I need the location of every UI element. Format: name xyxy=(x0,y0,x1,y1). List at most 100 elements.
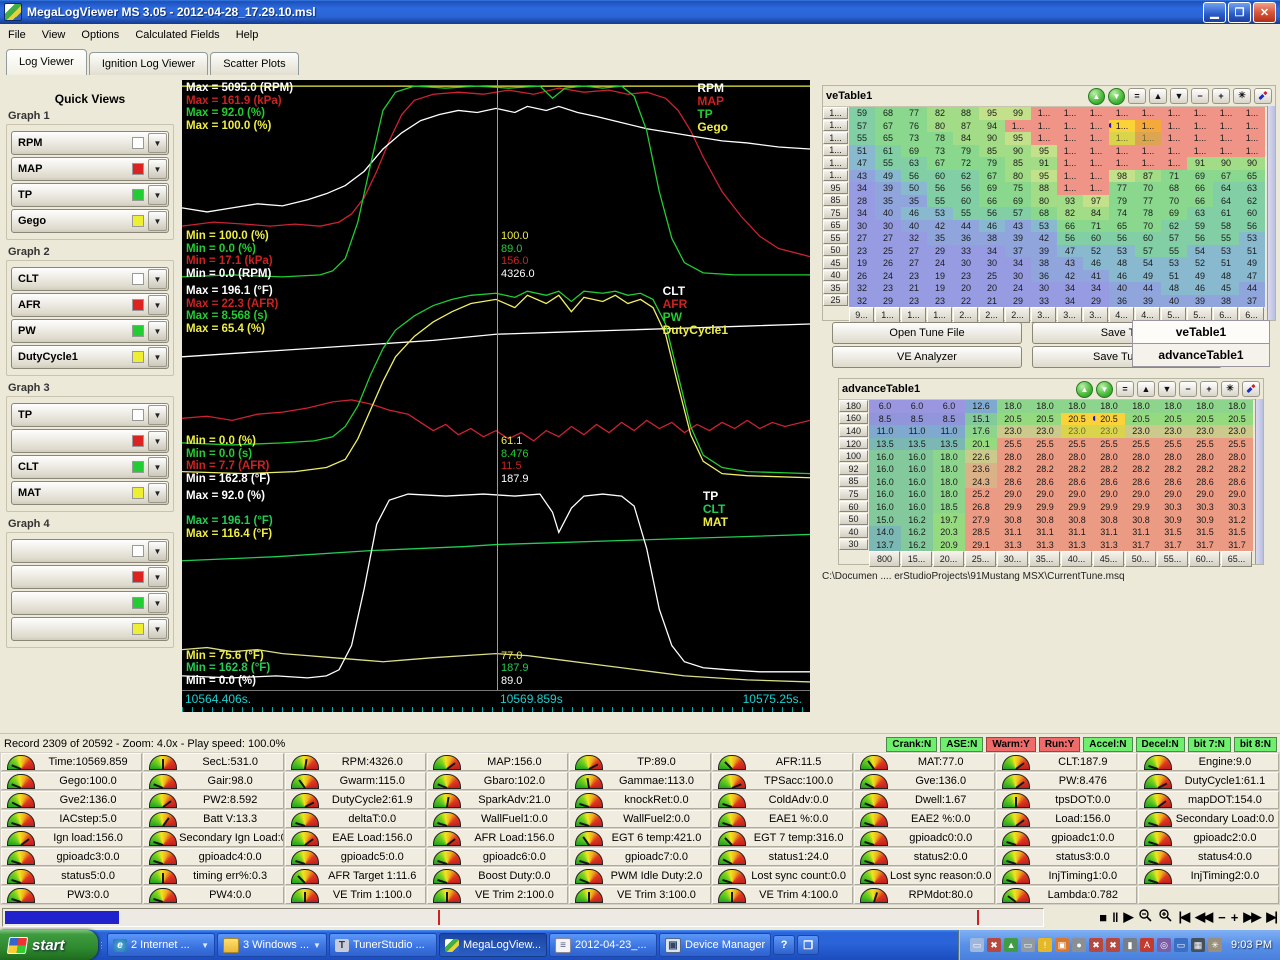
table-cell[interactable]: 28.2 xyxy=(1157,462,1189,476)
taskbar-small-button-2[interactable]: ❐ xyxy=(797,935,820,955)
table-cell[interactable]: 11.0 xyxy=(869,425,901,438)
table-cell[interactable]: 24 xyxy=(875,269,901,282)
table-cell[interactable]: 31.1 xyxy=(1125,525,1157,539)
minimize-button[interactable]: ▁ xyxy=(1203,1,1226,23)
triangle-up-icon[interactable]: ▲ xyxy=(1149,87,1167,104)
table-cell[interactable]: 1... xyxy=(1057,132,1083,145)
table-cell[interactable]: 69 xyxy=(979,182,1005,195)
table-cell[interactable]: 26 xyxy=(875,257,901,270)
table-cell[interactable]: 1... xyxy=(1161,119,1187,132)
table-cell[interactable]: 79 xyxy=(953,144,979,157)
table-cell[interactable]: 18.0 xyxy=(1157,400,1189,413)
table-cell[interactable]: 16.2 xyxy=(901,525,933,539)
table-cell[interactable]: 31.1 xyxy=(1093,525,1125,539)
arrow-up-circle-icon[interactable]: ▲ xyxy=(1076,380,1093,398)
table-cell[interactable]: 12.6 xyxy=(965,400,997,413)
table-cell[interactable]: 65 xyxy=(1239,169,1265,182)
table-cell[interactable]: 27 xyxy=(849,232,875,245)
table-cell[interactable]: 20.5 xyxy=(1189,412,1221,426)
col-header[interactable]: 15... xyxy=(901,551,932,568)
table-cell[interactable]: 29.0 xyxy=(1189,488,1221,501)
table-cell[interactable]: 19 xyxy=(849,257,875,270)
table-cell[interactable]: 91 xyxy=(1031,157,1057,170)
triangle-down-icon[interactable]: ▼ xyxy=(1170,87,1188,104)
minus-icon[interactable]: − xyxy=(1191,87,1209,104)
table-cell[interactable]: 1... xyxy=(1109,132,1135,145)
table-cell[interactable]: 1... xyxy=(1083,144,1109,157)
table-cell[interactable]: 31.7 xyxy=(1221,538,1253,552)
field-select-graph1-3[interactable]: TP ▼ xyxy=(11,183,169,207)
table-cell[interactable]: 56 xyxy=(1057,232,1083,245)
antivirus-icon[interactable]: A xyxy=(1140,938,1155,952)
col-header[interactable]: 2... xyxy=(979,307,1004,323)
start-button[interactable]: start xyxy=(0,930,98,960)
table-tab-advancetable1[interactable]: advanceTable1 xyxy=(1132,343,1270,367)
table-cell[interactable]: 1... xyxy=(1161,132,1187,145)
table-cell[interactable]: 30.3 xyxy=(1221,500,1253,514)
table-cell[interactable]: 31.2 xyxy=(1221,513,1253,526)
equals-icon[interactable]: = xyxy=(1116,380,1134,397)
table-cell[interactable]: 29.9 xyxy=(997,500,1029,514)
table-cell[interactable]: 1... xyxy=(1057,182,1083,195)
table-cell[interactable]: 16.0 xyxy=(901,450,933,463)
menu-file[interactable]: File xyxy=(0,26,34,44)
table-cell[interactable]: 53 xyxy=(1161,257,1187,270)
table-cell[interactable]: 8.5 xyxy=(869,412,901,426)
table-cell[interactable]: 64 xyxy=(1213,182,1239,195)
table-cell[interactable]: 28.2 xyxy=(1221,462,1253,476)
table-cell[interactable]: 60 xyxy=(1083,232,1109,245)
table-cell[interactable]: 47 xyxy=(1057,244,1083,257)
table-cell[interactable]: 25.5 xyxy=(1061,437,1093,451)
table-cell[interactable]: 87 xyxy=(1135,169,1161,182)
table-cell[interactable]: 53 xyxy=(1239,232,1265,245)
app-orange-icon[interactable]: ▣ xyxy=(1055,938,1070,952)
table-cell[interactable]: 20.5 xyxy=(997,412,1029,426)
row-header[interactable]: 75 xyxy=(839,488,868,500)
table-cell[interactable]: 57 xyxy=(1161,232,1187,245)
table-cell[interactable]: 28.6 xyxy=(1029,475,1061,489)
table-cell[interactable]: 16.0 xyxy=(869,500,901,514)
table-cell[interactable]: 34 xyxy=(849,207,875,220)
table-cell[interactable]: 1... xyxy=(1187,144,1213,157)
display-icon[interactable]: ▭ xyxy=(1021,938,1036,952)
tab-scatter-plots[interactable]: Scatter Plots xyxy=(210,52,299,75)
table-cell[interactable]: 57 xyxy=(1005,207,1031,220)
col-header[interactable]: 2... xyxy=(1005,307,1030,323)
table-cell[interactable]: 85 xyxy=(979,144,1005,157)
table-cell[interactable]: 23.0 xyxy=(997,425,1029,438)
col-header[interactable]: 40... xyxy=(1061,551,1092,568)
table-cell[interactable]: 1... xyxy=(1083,157,1109,170)
table-cell[interactable]: 1...◄ xyxy=(1109,119,1135,132)
table-cell[interactable]: 34 xyxy=(1057,294,1083,307)
table-cell[interactable]: 56 xyxy=(1109,232,1135,245)
table-cell[interactable]: 53 xyxy=(927,207,953,220)
table-cell[interactable]: 28.2 xyxy=(1061,462,1093,476)
table-cell[interactable]: 14.0 xyxy=(869,525,901,539)
chevron-down-icon[interactable]: ▼ xyxy=(148,211,167,231)
chevron-down-icon[interactable]: ▼ xyxy=(148,133,167,153)
table-cell[interactable]: 87 xyxy=(953,119,979,132)
step-back-button[interactable]: ◀◀ xyxy=(1195,909,1213,925)
table-cell[interactable]: 28.0 xyxy=(997,450,1029,463)
table-cell[interactable]: 78 xyxy=(1135,207,1161,220)
table-cell[interactable]: 46 xyxy=(1083,257,1109,270)
restore-button[interactable]: ❐ xyxy=(1228,1,1251,23)
table-cell[interactable]: 24 xyxy=(927,257,953,270)
task-tunerstudio-[interactable]: T TunerStudio ... xyxy=(328,933,437,957)
table-cell[interactable]: 74 xyxy=(1109,207,1135,220)
row-header[interactable]: 50 xyxy=(823,244,848,256)
tab-ignition-log-viewer[interactable]: Ignition Log Viewer xyxy=(88,52,209,75)
table-cell[interactable]: 1... xyxy=(1031,119,1057,132)
table-cell[interactable]: 56 xyxy=(927,182,953,195)
table-cell[interactable]: 20.5◄ xyxy=(1093,412,1125,426)
table-cell[interactable]: 1... xyxy=(1083,107,1109,120)
table-cell[interactable]: 82 xyxy=(927,107,953,120)
chevron-down-icon[interactable]: ▼ xyxy=(148,405,167,425)
table-cell[interactable]: 1... xyxy=(1187,107,1213,120)
table-cell[interactable]: 51 xyxy=(1239,244,1265,257)
table-cell[interactable]: 39 xyxy=(875,182,901,195)
row-header[interactable]: 92 xyxy=(839,462,868,475)
table-cell[interactable]: 61 xyxy=(875,144,901,157)
table-cell[interactable]: 22 xyxy=(953,294,979,307)
table-cell[interactable]: 28.6 xyxy=(1093,475,1125,489)
